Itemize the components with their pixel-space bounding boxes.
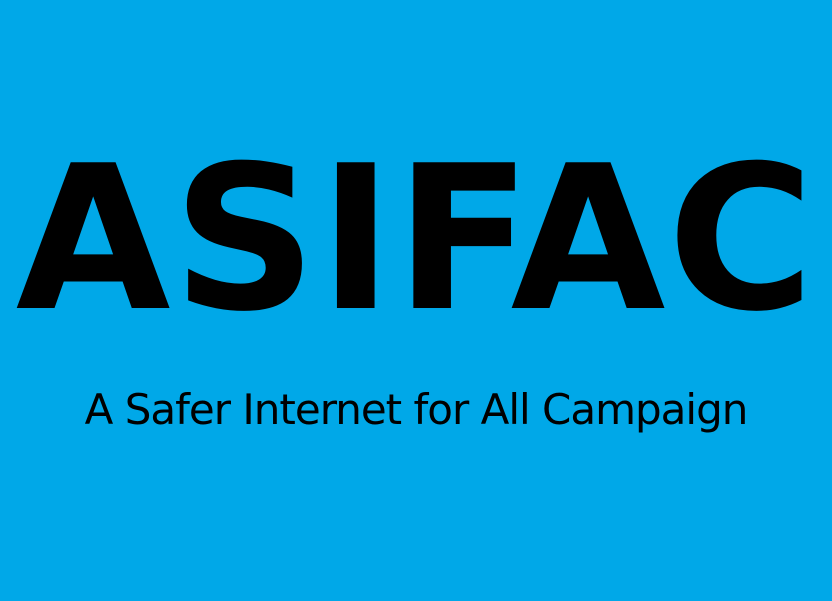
logo-subtitle: A Safer Internet for All Campaign	[84, 385, 749, 434]
logo-title: ASIFAC	[15, 123, 817, 356]
campaign-logo: ASIFAC A Safer Internet for All Campaign	[0, 0, 832, 601]
